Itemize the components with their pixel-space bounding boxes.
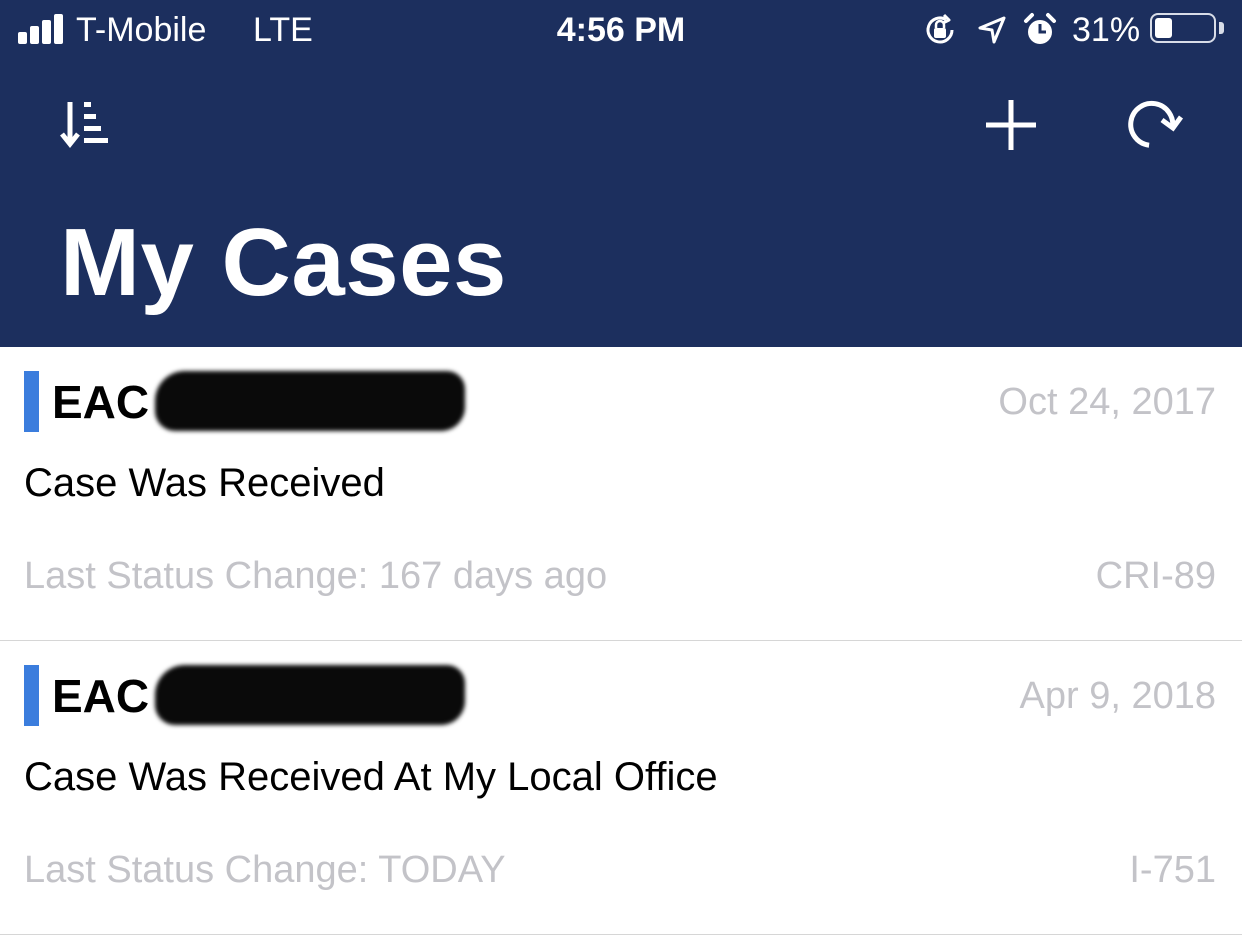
case-last-status-change: Last Status Change: TODAY	[24, 849, 506, 891]
sort-icon[interactable]	[58, 98, 112, 152]
add-icon[interactable]	[984, 98, 1038, 152]
case-date: Apr 9, 2018	[1019, 675, 1216, 717]
page-title: My Cases	[60, 209, 507, 316]
case-number-redaction	[155, 371, 465, 431]
battery-percent: 31%	[1072, 11, 1141, 49]
case-number: EAC	[52, 376, 150, 428]
case-last-status-change: Last Status Change: 167 days ago	[24, 555, 608, 597]
case-row[interactable]: EAC Apr 9, 2018 Case Was Received At My …	[0, 641, 1242, 935]
status-bar: T-Mobile LTE 4:56 PM 31%	[0, 0, 1242, 62]
case-status: Case Was Received	[24, 461, 385, 505]
case-accent-bar	[24, 371, 39, 432]
case-number-redaction	[155, 665, 465, 725]
case-accent-bar	[24, 665, 39, 726]
case-status: Case Was Received At My Local Office	[24, 755, 718, 799]
orientation-lock-icon	[926, 13, 954, 44]
case-form-type: CRI-89	[1095, 555, 1216, 597]
case-number: EAC	[52, 670, 150, 722]
case-row[interactable]: EAC Oct 24, 2017 Case Was Received Last …	[0, 347, 1242, 641]
battery-icon	[1150, 13, 1216, 43]
case-form-type: I-751	[1129, 849, 1216, 891]
location-arrow-icon	[978, 16, 1006, 44]
case-date: Oct 24, 2017	[998, 381, 1216, 423]
battery-level-fill	[1155, 18, 1172, 38]
case-list: EAC Oct 24, 2017 Case Was Received Last …	[0, 347, 1242, 935]
battery-tip	[1219, 22, 1224, 34]
refresh-icon[interactable]	[1126, 98, 1184, 152]
app-header: T-Mobile LTE 4:56 PM 31% My Cases	[0, 0, 1242, 347]
alarm-icon	[1024, 13, 1056, 44]
